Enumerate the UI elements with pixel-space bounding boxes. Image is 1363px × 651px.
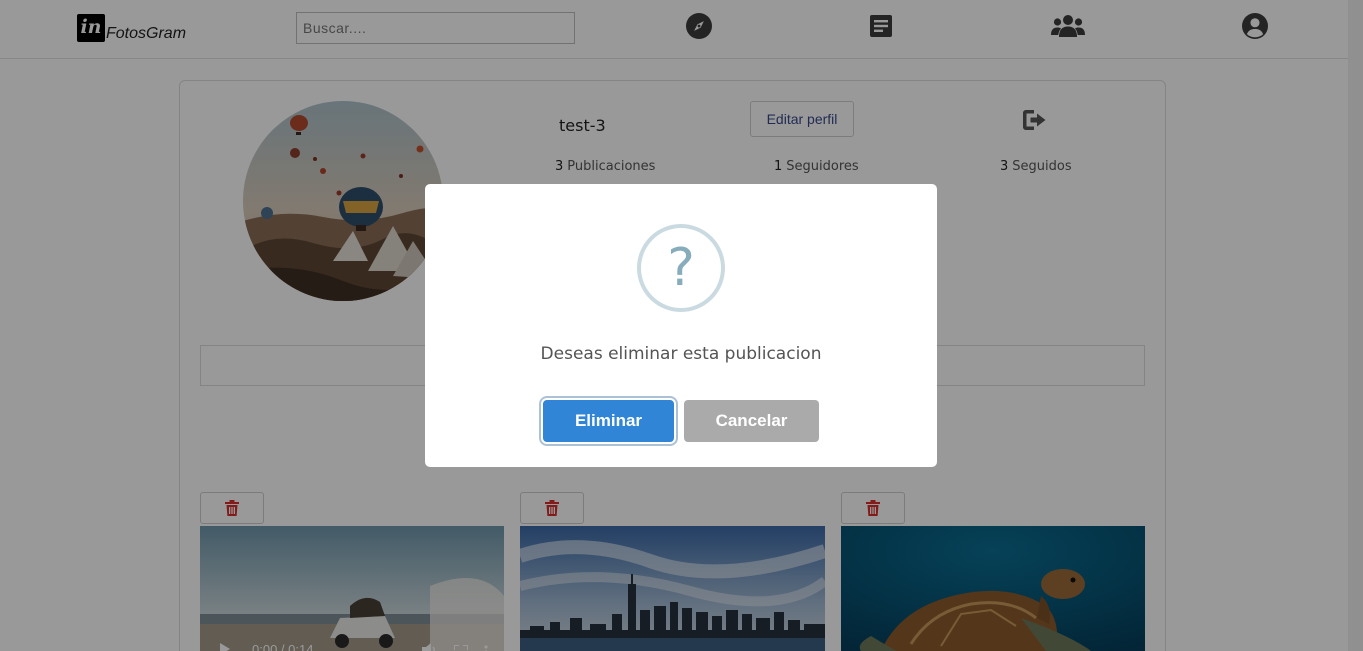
confirm-delete-dialog: ? Deseas eliminar esta publicacion Elimi… bbox=[425, 184, 937, 467]
question-icon: ? bbox=[637, 224, 725, 312]
cancel-button[interactable]: Cancelar bbox=[684, 400, 819, 442]
question-mark: ? bbox=[667, 238, 695, 298]
confirm-delete-button[interactable]: Eliminar bbox=[543, 400, 674, 442]
dialog-message: Deseas eliminar esta publicacion bbox=[540, 344, 822, 364]
